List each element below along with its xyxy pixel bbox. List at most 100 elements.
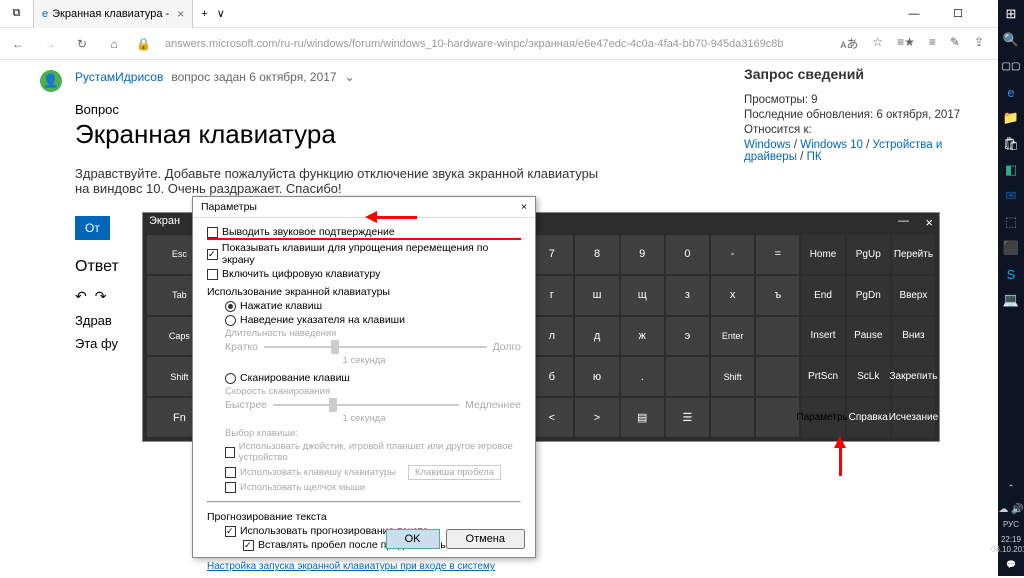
key[interactable] [756,398,799,437]
ok-button[interactable]: OK [386,529,440,549]
key[interactable]: Home [801,235,844,274]
osk-close-icon[interactable]: × [925,215,933,230]
key[interactable]: ☰ [666,398,709,437]
author-link[interactable]: РустамИдрисов [75,70,163,84]
key[interactable]: . [621,357,664,396]
key[interactable]: Исчезание [892,398,935,437]
start-button[interactable]: ⊞ [1001,4,1021,24]
outlook-icon[interactable]: ✉ [1001,186,1021,206]
answer-button[interactable]: От [75,216,110,240]
key[interactable]: > [575,398,618,437]
new-tab-button[interactable]: + ∨ [193,0,233,28]
app3-icon[interactable]: 💻 [1001,290,1021,310]
tray-chevron-icon[interactable]: ＾ [991,485,1024,499]
vbox-icon[interactable]: ⬛ [1001,238,1021,258]
hover-radio[interactable] [225,315,236,326]
key[interactable]: Вниз [892,317,935,356]
minimize-button[interactable]: — [892,0,936,28]
favorite-icon[interactable]: ☆ [872,35,883,52]
scan-radio[interactable] [225,373,236,384]
edge-taskbar-icon[interactable]: e [1001,82,1021,102]
sound-checkbox[interactable] [207,227,218,238]
key[interactable]: Pause [847,317,890,356]
key[interactable]: 9 [621,235,664,274]
dialog-close-icon[interactable]: × [521,201,527,213]
tray-icons[interactable]: ☁ 🔊 [991,503,1024,516]
chevron-down-icon[interactable]: ⌄ [345,70,355,84]
key[interactable]: ж [621,317,664,356]
startup-link[interactable]: Настройка запуска экранной клавиатуры пр… [207,561,495,572]
notification-icon[interactable]: 💬 [991,560,1024,570]
prediction-checkbox[interactable] [225,526,236,537]
back-button[interactable]: ← [8,37,28,51]
key[interactable]: л [530,317,573,356]
avatar[interactable]: 👤 [40,70,62,92]
key[interactable]: Enter [711,317,754,356]
key[interactable]: PgUp [847,235,890,274]
click-radio[interactable] [225,301,236,312]
key[interactable] [666,357,709,396]
key[interactable]: ъ [756,276,799,315]
key[interactable] [756,317,799,356]
key[interactable]: PrtScn [801,357,844,396]
key[interactable]: ▤ [621,398,664,437]
key[interactable]: Insert [801,317,844,356]
skype-icon[interactable]: S [1001,264,1021,284]
key[interactable]: Перейть [892,235,935,274]
key[interactable]: - [711,235,754,274]
maximize-button[interactable]: ☐ [936,0,980,28]
link-windows10[interactable]: Windows 10 [800,139,863,151]
key[interactable]: PgDn [847,276,890,315]
key[interactable]: э [666,317,709,356]
refresh-button[interactable]: ↻ [72,37,92,51]
app1-icon[interactable]: ◧ [1001,160,1021,180]
reading-list-icon[interactable]: ≡ [929,35,936,52]
key[interactable]: Справка [847,398,890,437]
tab-prev[interactable]: ⧉ [0,0,34,28]
key[interactable]: х [711,276,754,315]
key[interactable]: ш [575,276,618,315]
key[interactable]: ScLk [847,357,890,396]
translate-icon[interactable]: ᴀあ [840,35,858,52]
favorites-bar-icon[interactable]: ≡★ [897,35,915,52]
key[interactable]: г [530,276,573,315]
link-pc[interactable]: ПК [807,151,822,163]
key[interactable]: 7 [530,235,573,274]
key[interactable] [756,357,799,396]
browser-tab[interactable]: e Экранная клавиатура - × [34,0,193,28]
key[interactable]: Shift [711,357,754,396]
key[interactable]: 8 [575,235,618,274]
osk-minimize-icon[interactable]: — [898,215,909,227]
close-tab-icon[interactable]: × [177,7,184,21]
key[interactable]: Параметры [801,398,844,437]
key[interactable]: < [530,398,573,437]
undo-icon[interactable]: ↶ [75,288,87,305]
task-view-icon[interactable]: ▢▢ [1001,56,1021,76]
key[interactable]: щ [621,276,664,315]
numpad-checkbox[interactable] [207,269,218,280]
key[interactable] [711,398,754,437]
cancel-button[interactable]: Отмена [446,529,525,549]
key[interactable]: 0 [666,235,709,274]
key[interactable]: = [756,235,799,274]
key[interactable]: б [530,357,573,396]
key[interactable]: Закрепить [892,357,935,396]
key[interactable]: д [575,317,618,356]
store-icon[interactable]: 🛍 [1001,134,1021,154]
share-icon[interactable]: ⇪ [974,35,984,52]
lang-indicator[interactable]: РУС [991,520,1024,530]
key[interactable]: Вверх [892,276,935,315]
link-windows[interactable]: Windows [744,139,791,151]
space-after-checkbox[interactable] [243,540,254,551]
clock-time[interactable]: 22:19 [991,535,1024,545]
url-field[interactable]: answers.microsoft.com/ru-ru/windows/foru… [163,36,828,52]
showkeys-checkbox[interactable] [207,249,218,260]
clock-date[interactable]: 06.10.2017 [991,545,1024,555]
search-icon[interactable]: 🔍 [1001,30,1021,50]
notes-icon[interactable]: ✎ [950,35,960,52]
key[interactable]: End [801,276,844,315]
key[interactable]: з [666,276,709,315]
redo-icon[interactable]: ↷ [95,288,107,305]
explorer-icon[interactable]: 📁 [1001,108,1021,128]
home-button[interactable]: ⌂ [104,37,124,51]
